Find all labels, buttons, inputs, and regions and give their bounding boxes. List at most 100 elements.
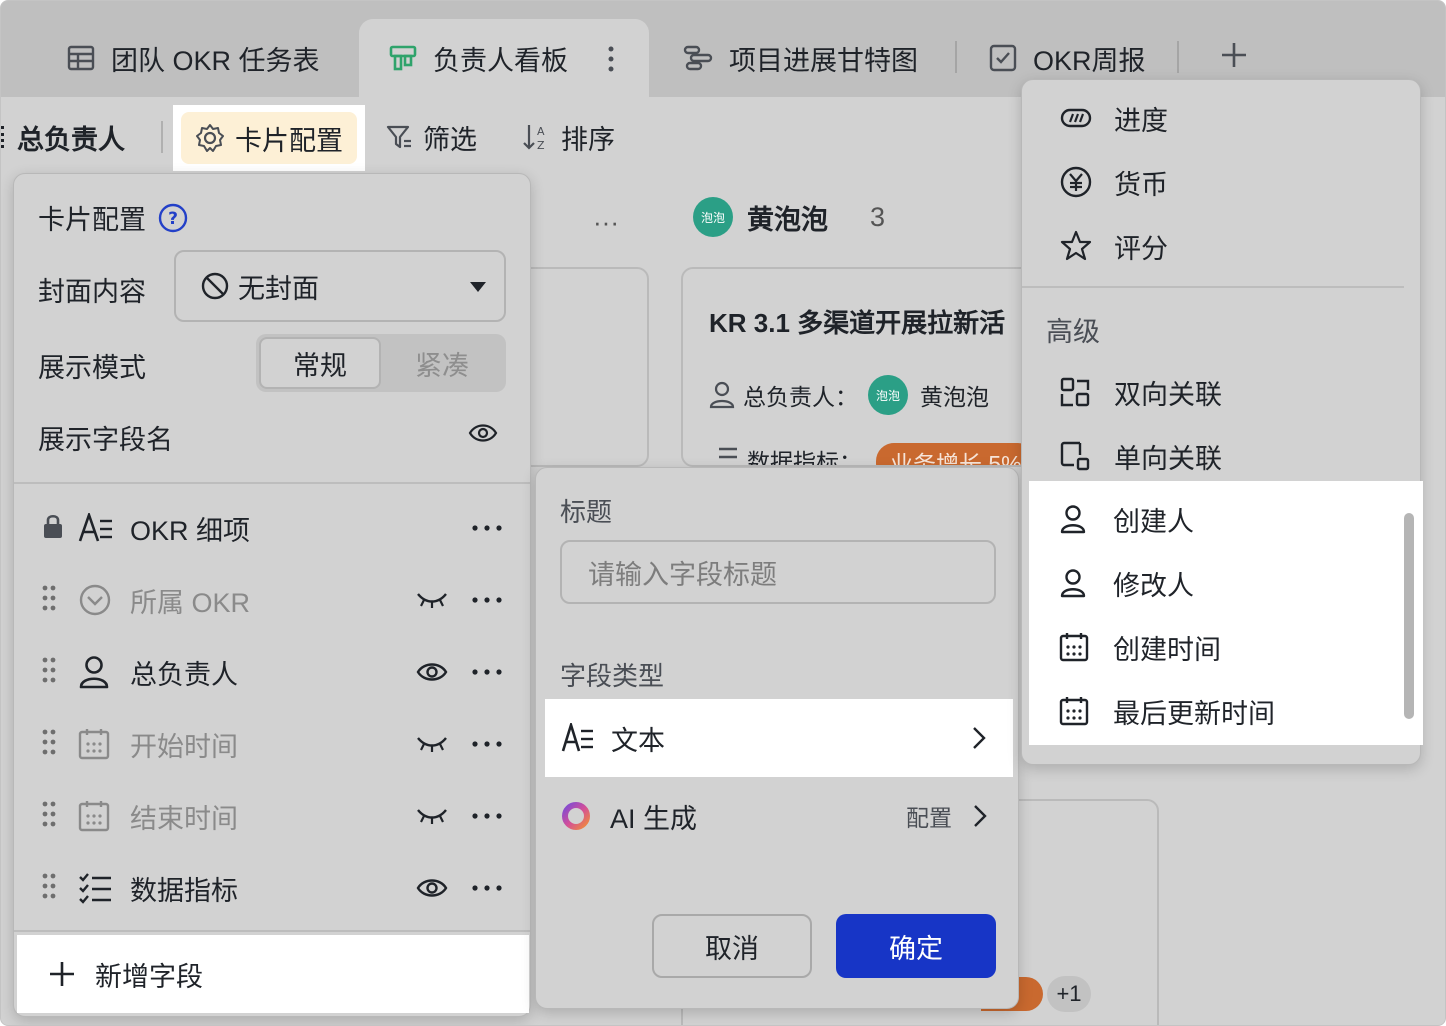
more-icon[interactable]: [472, 525, 502, 531]
menu-item-label: 最后更新时间: [1113, 698, 1275, 729]
mode-compact-option[interactable]: 紧凑: [381, 337, 503, 389]
menu-highlight-area: 创建人 修改人 创建时间 最后更新时间: [1029, 481, 1423, 745]
gantt-icon: [683, 44, 713, 72]
column-count: 3: [870, 201, 886, 232]
calendar-icon: [1059, 632, 1089, 662]
checklist-icon: [78, 872, 112, 904]
menu-item-one-way-link[interactable]: 单向关联: [1022, 424, 1422, 488]
more-icon[interactable]: [472, 741, 502, 747]
person-icon: [1059, 568, 1087, 598]
avatar: 泡泡: [693, 197, 733, 237]
mode-normal-option[interactable]: 常规: [259, 337, 381, 389]
field-row-metrics[interactable]: 数据指标: [14, 852, 530, 924]
field-name: OKR 细项: [130, 515, 251, 546]
owner-label: 总负责人：: [743, 384, 858, 410]
menu-item-progress[interactable]: 进度: [1022, 86, 1422, 150]
filter-label: 筛选: [423, 124, 477, 155]
add-field-button[interactable]: 新增字段: [17, 935, 529, 1013]
plus-icon: [1219, 40, 1249, 77]
person-icon: [1059, 504, 1087, 534]
chevron-down-icon: [470, 282, 486, 292]
panel-divider: [14, 930, 530, 932]
menu-item-rating[interactable]: 评分: [1022, 214, 1422, 278]
field-row-start-time[interactable]: 开始时间: [14, 708, 530, 780]
menu-item-currency[interactable]: 货币: [1022, 150, 1422, 214]
tab-label: OKR周报: [1033, 45, 1146, 76]
more-icon[interactable]: [472, 813, 502, 819]
menu-scrollbar[interactable]: [1404, 513, 1414, 719]
person-icon: [78, 655, 110, 689]
field-type-select[interactable]: 文本: [545, 699, 1013, 777]
cancel-button[interactable]: 取消: [652, 914, 812, 978]
svg-text:A: A: [537, 125, 545, 138]
more-badge[interactable]: +1: [1047, 976, 1091, 1012]
menu-item-last-updated-time[interactable]: 最后更新时间: [1021, 679, 1421, 743]
kanban-icon: [389, 44, 417, 72]
more-icon[interactable]: [472, 885, 502, 891]
field-row-owner[interactable]: 总负责人: [14, 636, 530, 708]
ai-generate-row[interactable]: AI 生成 配置: [560, 786, 996, 846]
add-field-label: 新增字段: [95, 961, 203, 992]
help-icon[interactable]: ?: [158, 203, 188, 233]
ai-generate-label: AI 生成: [610, 803, 698, 834]
owner-name: 黄泡泡: [920, 384, 989, 410]
eye-icon[interactable]: [416, 875, 448, 901]
drag-handle-icon[interactable]: [42, 585, 56, 616]
field-name: 数据指标: [130, 875, 238, 906]
more-icon[interactable]: [472, 597, 502, 603]
field-row-okr-detail[interactable]: OKR 细项: [14, 492, 530, 564]
eye-closed-icon[interactable]: [416, 806, 448, 826]
chevron-right-icon: [971, 725, 987, 751]
metric-label: 数据指标：: [747, 449, 862, 465]
eye-icon[interactable]: [468, 420, 498, 446]
cover-label: 封面内容: [38, 277, 146, 307]
tab-owner-kanban[interactable]: 负责人看板: [359, 19, 649, 97]
menu-item-two-way-link[interactable]: 双向关联: [1022, 360, 1422, 424]
tab-okr-table[interactable]: 团队 OKR 任务表: [67, 19, 320, 97]
menu-item-creator[interactable]: 创建人: [1021, 487, 1421, 551]
group-by-button[interactable]: 总负责人: [1, 97, 125, 177]
field-title-input[interactable]: 请输入字段标题: [560, 540, 996, 604]
drag-handle-icon[interactable]: [42, 657, 56, 688]
card-config-button[interactable]: 卡片配置: [181, 112, 357, 164]
drag-handle-icon[interactable]: [42, 873, 56, 904]
field-name: 所属 OKR: [130, 587, 251, 618]
group-icon: [1, 126, 7, 148]
column-more-icon[interactable]: ···: [593, 207, 619, 238]
tab-label: 项目进展甘特图: [729, 45, 918, 76]
person-icon: [709, 381, 735, 409]
drag-handle-icon[interactable]: [42, 729, 56, 760]
field-type-label: 字段类型: [560, 661, 665, 691]
menu-item-created-time[interactable]: 创建时间: [1021, 615, 1421, 679]
ai-config-link[interactable]: 配置: [906, 799, 952, 833]
confirm-button[interactable]: 确定: [836, 914, 996, 978]
filter-button[interactable]: 筛选: [385, 97, 477, 177]
cover-select[interactable]: 无封面: [174, 250, 506, 322]
eye-closed-icon[interactable]: [416, 590, 448, 610]
kr-card-title: KR 3.1 多渠道开展拉新活: [709, 308, 1006, 338]
display-mode-label: 展示模式: [38, 353, 146, 383]
star-icon: [1060, 230, 1092, 262]
panel-divider: [14, 482, 530, 484]
tab-label: 团队 OKR 任务表: [111, 45, 320, 76]
progress-icon: [1060, 108, 1092, 128]
tab-gantt[interactable]: 项目进展甘特图: [683, 19, 918, 97]
more-icon[interactable]: [472, 669, 502, 675]
field-row-parent-okr[interactable]: 所属 OKR: [14, 564, 530, 636]
sort-button[interactable]: AZ 排序: [521, 97, 615, 177]
field-row-end-time[interactable]: 结束时间: [14, 780, 530, 852]
lock-icon: [42, 513, 64, 544]
card-config-panel: 卡片配置 ? 封面内容 无封面 展示模式 常规 紧凑 展示字段名 OKR 细项 …: [13, 173, 531, 1017]
eye-closed-icon[interactable]: [416, 734, 448, 754]
chevron-right-icon: [972, 803, 988, 829]
display-mode-toggle: 常规 紧凑: [256, 334, 506, 392]
tab-more-icon[interactable]: [607, 45, 615, 80]
menu-divider: [1022, 286, 1404, 288]
drag-handle-icon[interactable]: [42, 801, 56, 832]
eye-icon[interactable]: [416, 659, 448, 685]
gear-icon: [195, 123, 225, 153]
kr-card[interactable]: [681, 267, 1061, 467]
kr-card-metric-line: 数据指标： 业务增长 5%: [709, 443, 1036, 465]
calendar-icon: [78, 800, 110, 832]
menu-item-modifier[interactable]: 修改人: [1021, 551, 1421, 615]
